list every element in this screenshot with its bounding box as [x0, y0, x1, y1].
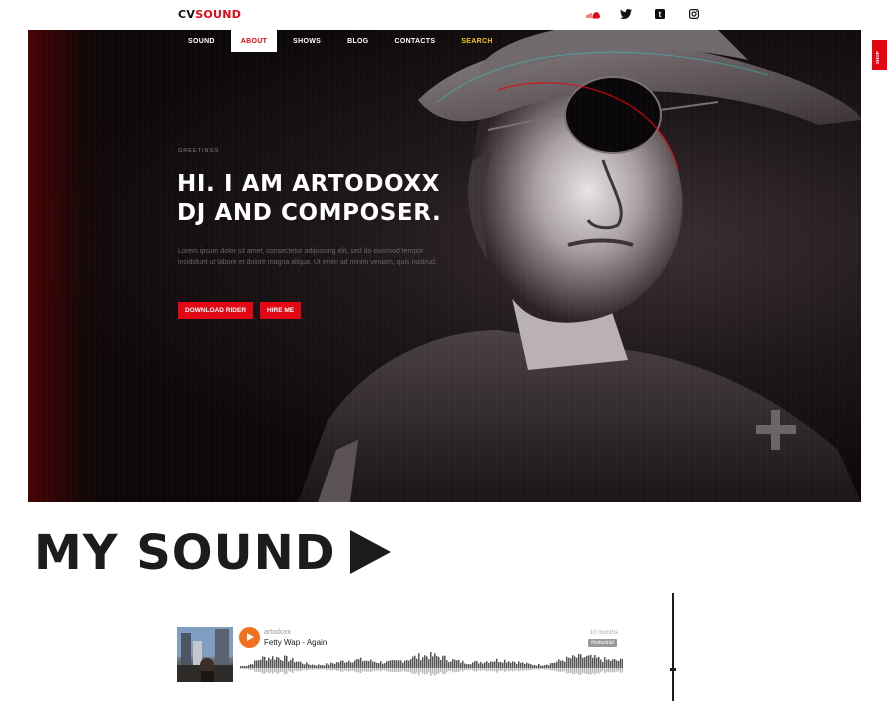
greeting-label: GREETINGS: [178, 148, 220, 154]
logo[interactable]: CVSOUND: [178, 8, 241, 21]
nav-item-sound[interactable]: SOUND: [178, 30, 225, 52]
track-tag[interactable]: #industrial: [588, 639, 617, 647]
headline-line-2: DJ AND COMPOSER.: [177, 200, 442, 226]
shop-side-tab[interactable]: SHOP: [872, 40, 887, 70]
track-play-button[interactable]: [239, 627, 260, 648]
soundcloud-icon[interactable]: [586, 7, 600, 21]
track-artist[interactable]: artodoxx: [264, 629, 291, 636]
hero-banner: SOUND ABOUT SHOWS BLOG CONTACTS SEARCH G…: [28, 30, 861, 502]
instagram-icon[interactable]: [687, 7, 701, 21]
hero-headline: HI. I AM ARTODOXX DJ AND COMPOSER.: [177, 170, 441, 228]
download-rider-button[interactable]: DOWNLOAD RIDER: [178, 302, 254, 319]
svg-text:t: t: [659, 10, 662, 19]
vertical-slider-track[interactable]: [672, 593, 674, 701]
logo-part-sound: SOUND: [195, 8, 242, 21]
scanlines: [28, 30, 861, 502]
track-posted-time: 10 months: [589, 630, 618, 636]
nav-item-about[interactable]: ABOUT: [230, 30, 278, 52]
tumblr-icon[interactable]: t: [653, 7, 667, 21]
nav-item-search[interactable]: SEARCH: [451, 30, 502, 52]
nav-item-shows[interactable]: SHOWS: [283, 30, 331, 52]
section-title: MY SOUND: [34, 525, 336, 581]
track-title[interactable]: Fetty Wap - Again: [264, 638, 327, 647]
nav-item-blog[interactable]: BLOG: [337, 30, 378, 52]
play-icon[interactable]: [350, 530, 391, 574]
plus-icon[interactable]: [756, 410, 796, 450]
track-artwork[interactable]: [177, 627, 233, 682]
nav-item-contacts[interactable]: CONTACTS: [385, 30, 446, 52]
vertical-slider-handle[interactable]: [670, 668, 676, 671]
shop-side-tab-label: SHOP: [875, 51, 880, 64]
logo-part-cv: CV: [178, 8, 196, 21]
hero-body-text: Lorem ipsum dolor sit amet, consectetur …: [178, 248, 437, 266]
twitter-icon[interactable]: [619, 7, 633, 21]
page: CVSOUND t SOUND ABOUT SHOWS BLOG CONTACT…: [0, 0, 887, 701]
hire-me-button[interactable]: HIRE ME: [260, 302, 302, 319]
top-bar: CVSOUND t: [0, 0, 887, 30]
track-waveform[interactable]: [240, 650, 623, 680]
main-nav: SOUND ABOUT SHOWS BLOG CONTACTS SEARCH: [178, 30, 509, 52]
headline-line-1: HI. I AM ARTODOXX: [177, 171, 441, 197]
